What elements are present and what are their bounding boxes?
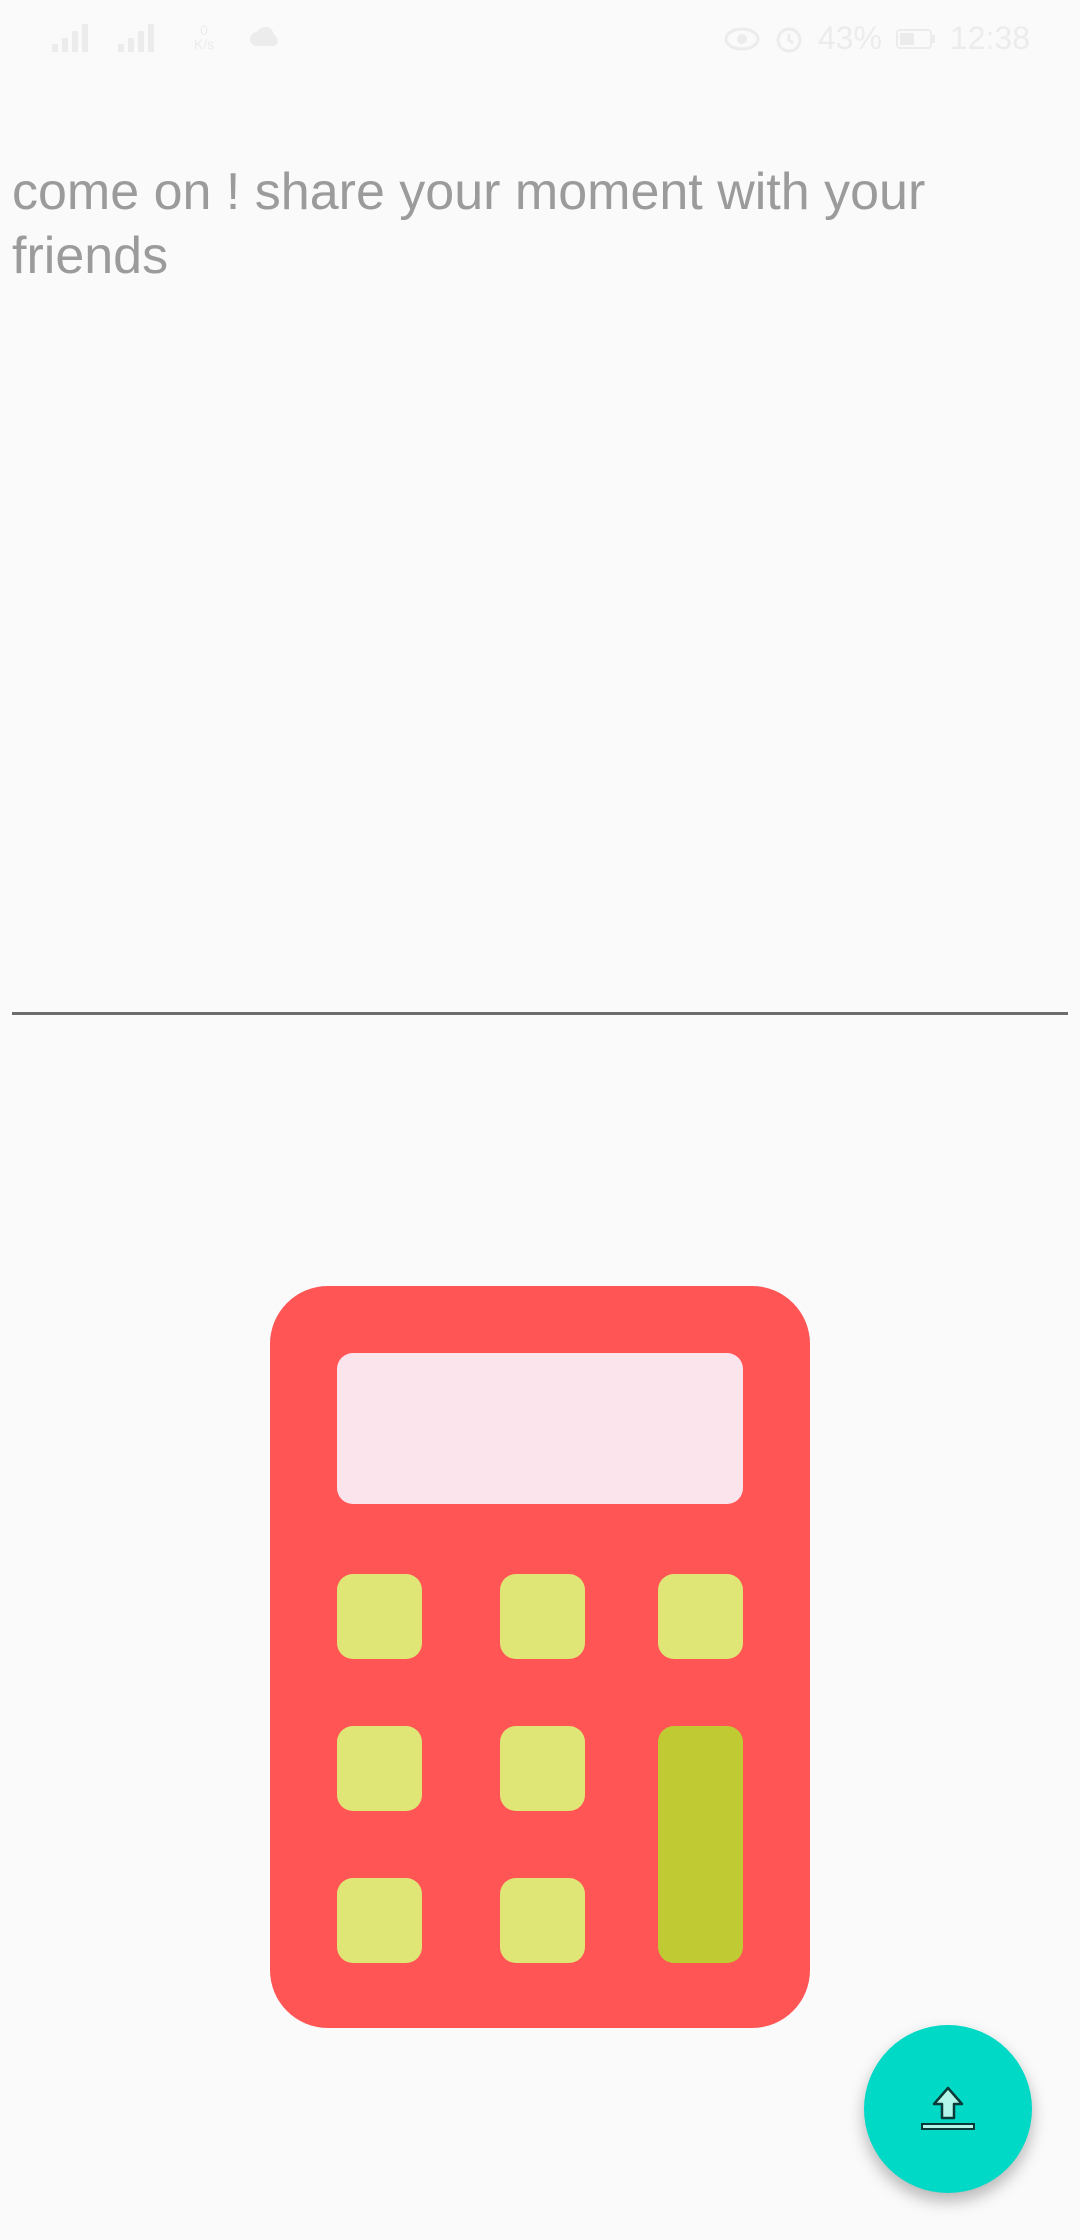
signal-icon — [52, 24, 88, 52]
calculator-key — [337, 1878, 422, 1963]
calculator-key — [337, 1726, 422, 1811]
calculator-key-tall — [658, 1726, 743, 1963]
signal-icon-2 — [118, 24, 154, 52]
status-left-group: 0 K/s — [50, 20, 282, 54]
battery-percent: 43% — [817, 20, 882, 56]
calculator-key — [500, 1878, 585, 1963]
calculator-key — [658, 1574, 743, 1659]
net-speed-indicator: 0 K/s — [182, 23, 226, 51]
status-bar: 0 K/s 43% 12:38 — [0, 0, 1080, 80]
calculator-screen — [337, 1353, 743, 1504]
caption-text: come on ! share your moment with your fr… — [12, 163, 926, 285]
status-right-group: 43% 12:38 — [724, 20, 1030, 57]
upload-icon — [921, 2086, 975, 2130]
calculator-key — [500, 1574, 585, 1659]
net-speed-value: 0 — [200, 22, 208, 38]
calculator-key — [337, 1574, 422, 1659]
calculator-key — [500, 1726, 585, 1811]
upload-fab-button[interactable] — [864, 2025, 1032, 2193]
net-speed-unit: K/s — [193, 36, 215, 52]
battery-icon — [895, 28, 935, 49]
caption-input[interactable]: come on ! share your moment with your fr… — [12, 160, 1068, 1015]
eye-icon — [724, 27, 760, 50]
calculator-icon — [270, 1286, 810, 2028]
alarm-icon — [776, 27, 802, 52]
status-time: 12:38 — [949, 20, 1030, 56]
cloud-icon — [250, 27, 278, 46]
